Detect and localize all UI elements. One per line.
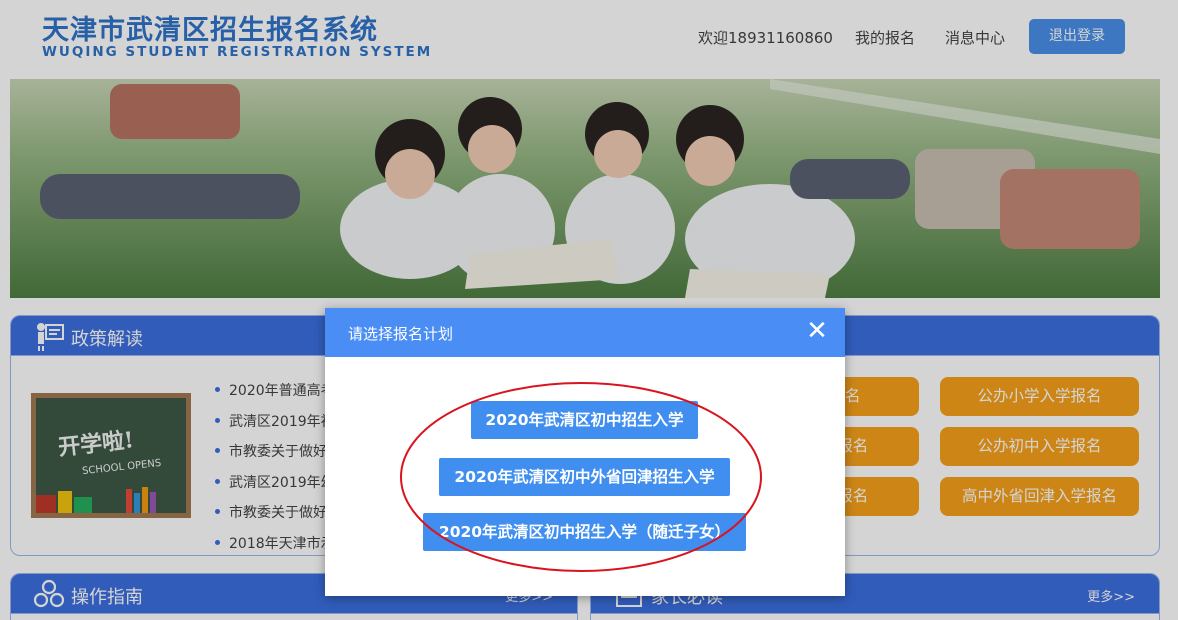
- annotation-ellipse: [400, 382, 762, 572]
- dialog-title: 请选择报名计划: [348, 325, 454, 343]
- dialog-header: 请选择报名计划 ✕: [325, 308, 845, 357]
- close-icon[interactable]: ✕: [805, 318, 829, 344]
